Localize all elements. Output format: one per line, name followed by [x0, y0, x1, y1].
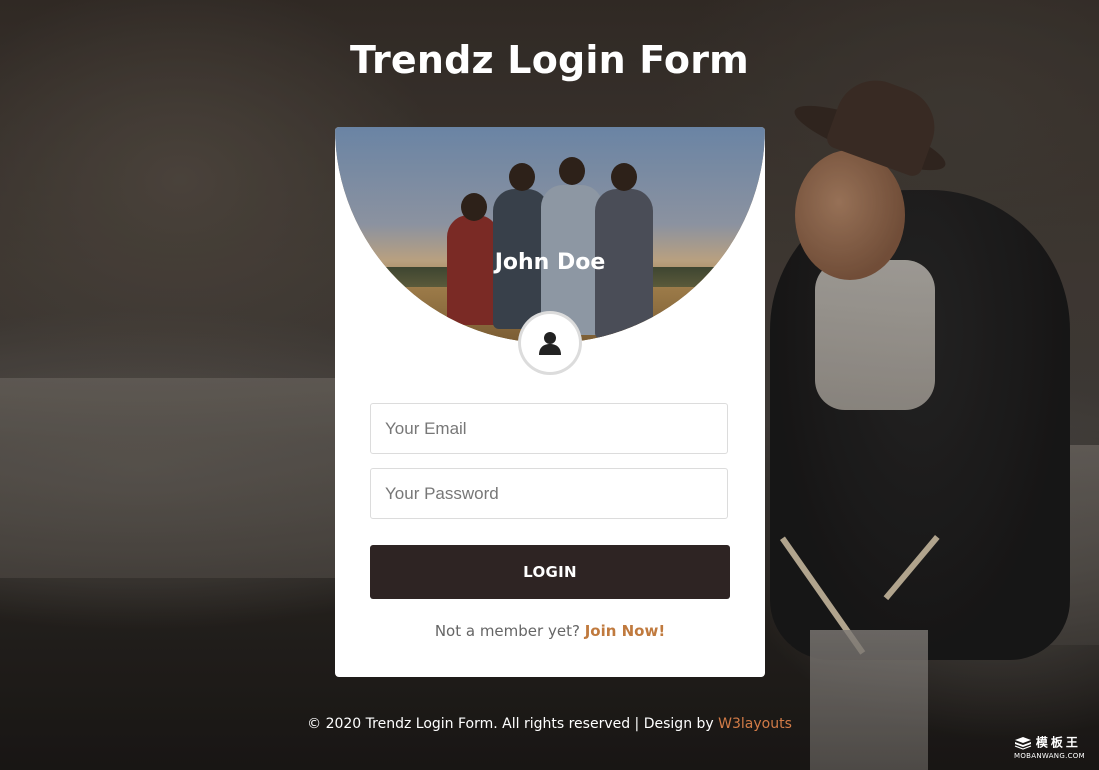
- page-title: Trendz Login Form: [350, 38, 749, 82]
- card-header: John Doe: [335, 127, 765, 343]
- profile-name: John Doe: [494, 250, 606, 275]
- password-field[interactable]: [370, 468, 728, 519]
- header-photo-head: [509, 163, 535, 191]
- watermark: 模板王 MOBANWANG.COM: [1014, 736, 1094, 766]
- header-photo-head: [461, 193, 487, 221]
- header-photo-head: [611, 163, 637, 191]
- footer-credit-link[interactable]: W3layouts: [718, 716, 792, 732]
- header-photo: [335, 127, 765, 343]
- user-icon: [539, 332, 561, 355]
- login-button[interactable]: LOGIN: [370, 545, 730, 599]
- avatar: [521, 314, 579, 372]
- footer: © 2020 Trendz Login Form. All rights res…: [0, 716, 1099, 732]
- join-now-link[interactable]: Join Now!: [585, 622, 666, 640]
- watermark-url: MOBANWANG.COM: [1014, 752, 1085, 760]
- member-text: Not a member yet?: [434, 622, 580, 640]
- watermark-brand: 模板王: [1035, 735, 1081, 750]
- login-card: John Doe LOGIN Not a member yet? Join No…: [335, 127, 765, 677]
- cube-logo-icon: [1014, 737, 1032, 750]
- footer-copyright: © 2020 Trendz Login Form. All rights res…: [307, 716, 714, 732]
- email-field[interactable]: [370, 403, 728, 454]
- header-photo-head: [559, 157, 585, 185]
- member-prompt: Not a member yet? Join Now!: [335, 622, 765, 640]
